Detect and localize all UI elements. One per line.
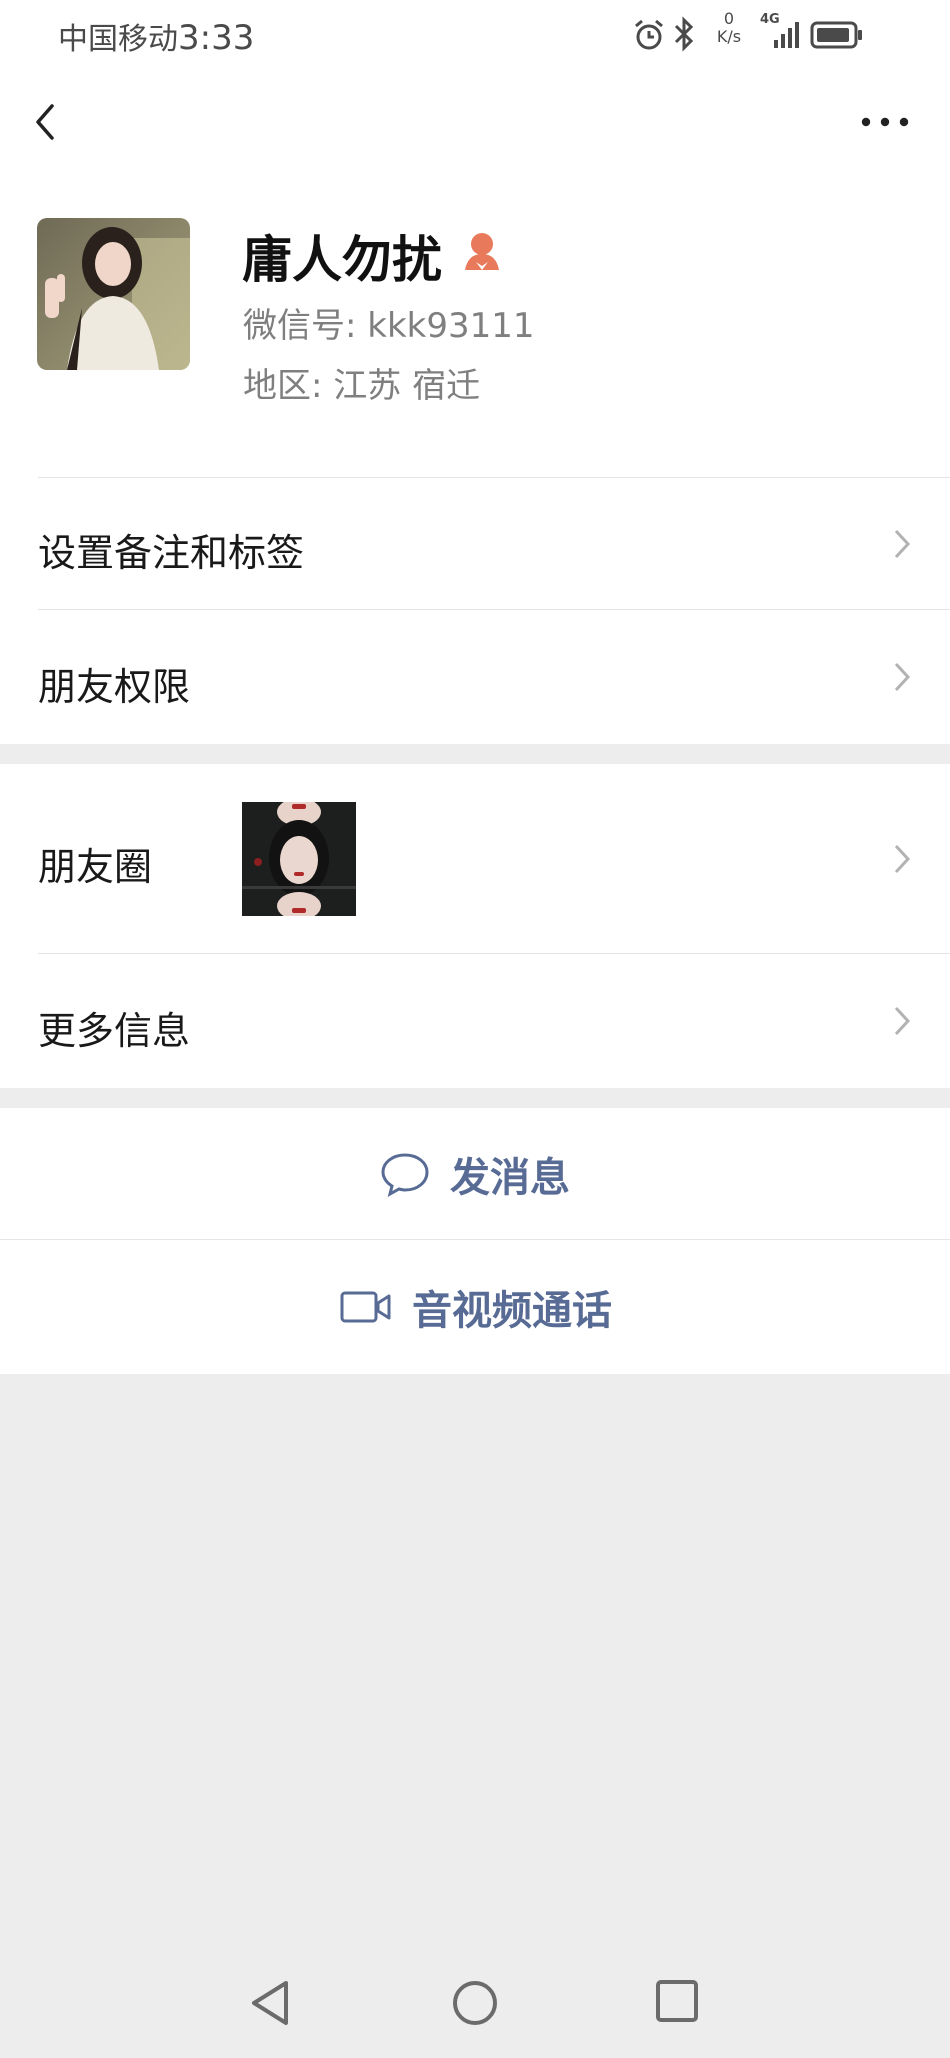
contact-name: 庸人勿扰 bbox=[242, 231, 442, 289]
wechat-id: 微信号: kkk93111 bbox=[243, 306, 535, 346]
row-label: 朋友圈 bbox=[38, 845, 153, 889]
avatar[interactable] bbox=[37, 218, 190, 370]
row-label: 朋友权限 bbox=[38, 665, 191, 709]
row-friend-permissions[interactable]: 朋友权限 bbox=[0, 610, 950, 744]
chevron-right-icon bbox=[894, 662, 911, 692]
av-call-button[interactable]: 音视频通话 bbox=[0, 1240, 950, 1374]
net-speed-value: 0 bbox=[723, 9, 735, 28]
top-nav bbox=[0, 68, 950, 178]
send-message-label: 发消息 bbox=[450, 1155, 570, 1201]
av-call-content: 音视频通话 bbox=[340, 1240, 612, 1374]
chevron-right-icon bbox=[894, 844, 911, 874]
back-icon[interactable] bbox=[30, 98, 70, 148]
send-message-button[interactable]: 发消息 bbox=[0, 1108, 950, 1240]
more-dots-icon[interactable] bbox=[860, 112, 910, 132]
net-speed: 0 K/s bbox=[712, 10, 746, 46]
carrier-label: 中国移动 bbox=[58, 22, 178, 57]
nav-recents-icon[interactable] bbox=[654, 1978, 700, 2024]
region: 地区: 江苏 宿迁 bbox=[243, 366, 481, 406]
clock: 3:33 bbox=[178, 18, 255, 58]
row-label: 更多信息 bbox=[38, 1009, 191, 1053]
moments-thumbnail bbox=[242, 802, 356, 916]
bluetooth-icon bbox=[674, 16, 694, 52]
chat-bubble-icon bbox=[381, 1153, 429, 1197]
net-speed-unit: K/s bbox=[716, 27, 742, 46]
row-label: 设置备注和标签 bbox=[38, 531, 305, 575]
nav-back-icon[interactable] bbox=[248, 1978, 294, 2028]
system-nav-bar bbox=[0, 1960, 950, 2050]
status-carrier-time: 中国移动3:33 bbox=[58, 14, 254, 58]
row-moments[interactable]: 朋友圈 bbox=[0, 764, 950, 954]
send-message-content: 发消息 bbox=[380, 1108, 570, 1240]
nav-home-icon[interactable] bbox=[450, 1978, 500, 2028]
video-camera-icon bbox=[340, 1291, 391, 1323]
chevron-right-icon bbox=[894, 529, 911, 559]
status-icons: 0 K/s 4G bbox=[632, 10, 892, 54]
av-call-label: 音视频通话 bbox=[412, 1288, 612, 1334]
female-icon bbox=[465, 233, 499, 270]
chevron-right-icon bbox=[894, 1006, 911, 1036]
row-remark-tags[interactable]: 设置备注和标签 bbox=[0, 478, 950, 610]
row-more-info[interactable]: 更多信息 bbox=[0, 954, 950, 1088]
alarm-icon bbox=[635, 19, 663, 50]
battery-icon bbox=[810, 21, 862, 49]
profile-card: 庸人勿扰 微信号: kkk93111 地区: 江苏 宿迁 bbox=[0, 178, 950, 478]
status-bar: 中国移动3:33 0 K/s 4G bbox=[0, 0, 950, 68]
signal-icon bbox=[774, 22, 799, 48]
